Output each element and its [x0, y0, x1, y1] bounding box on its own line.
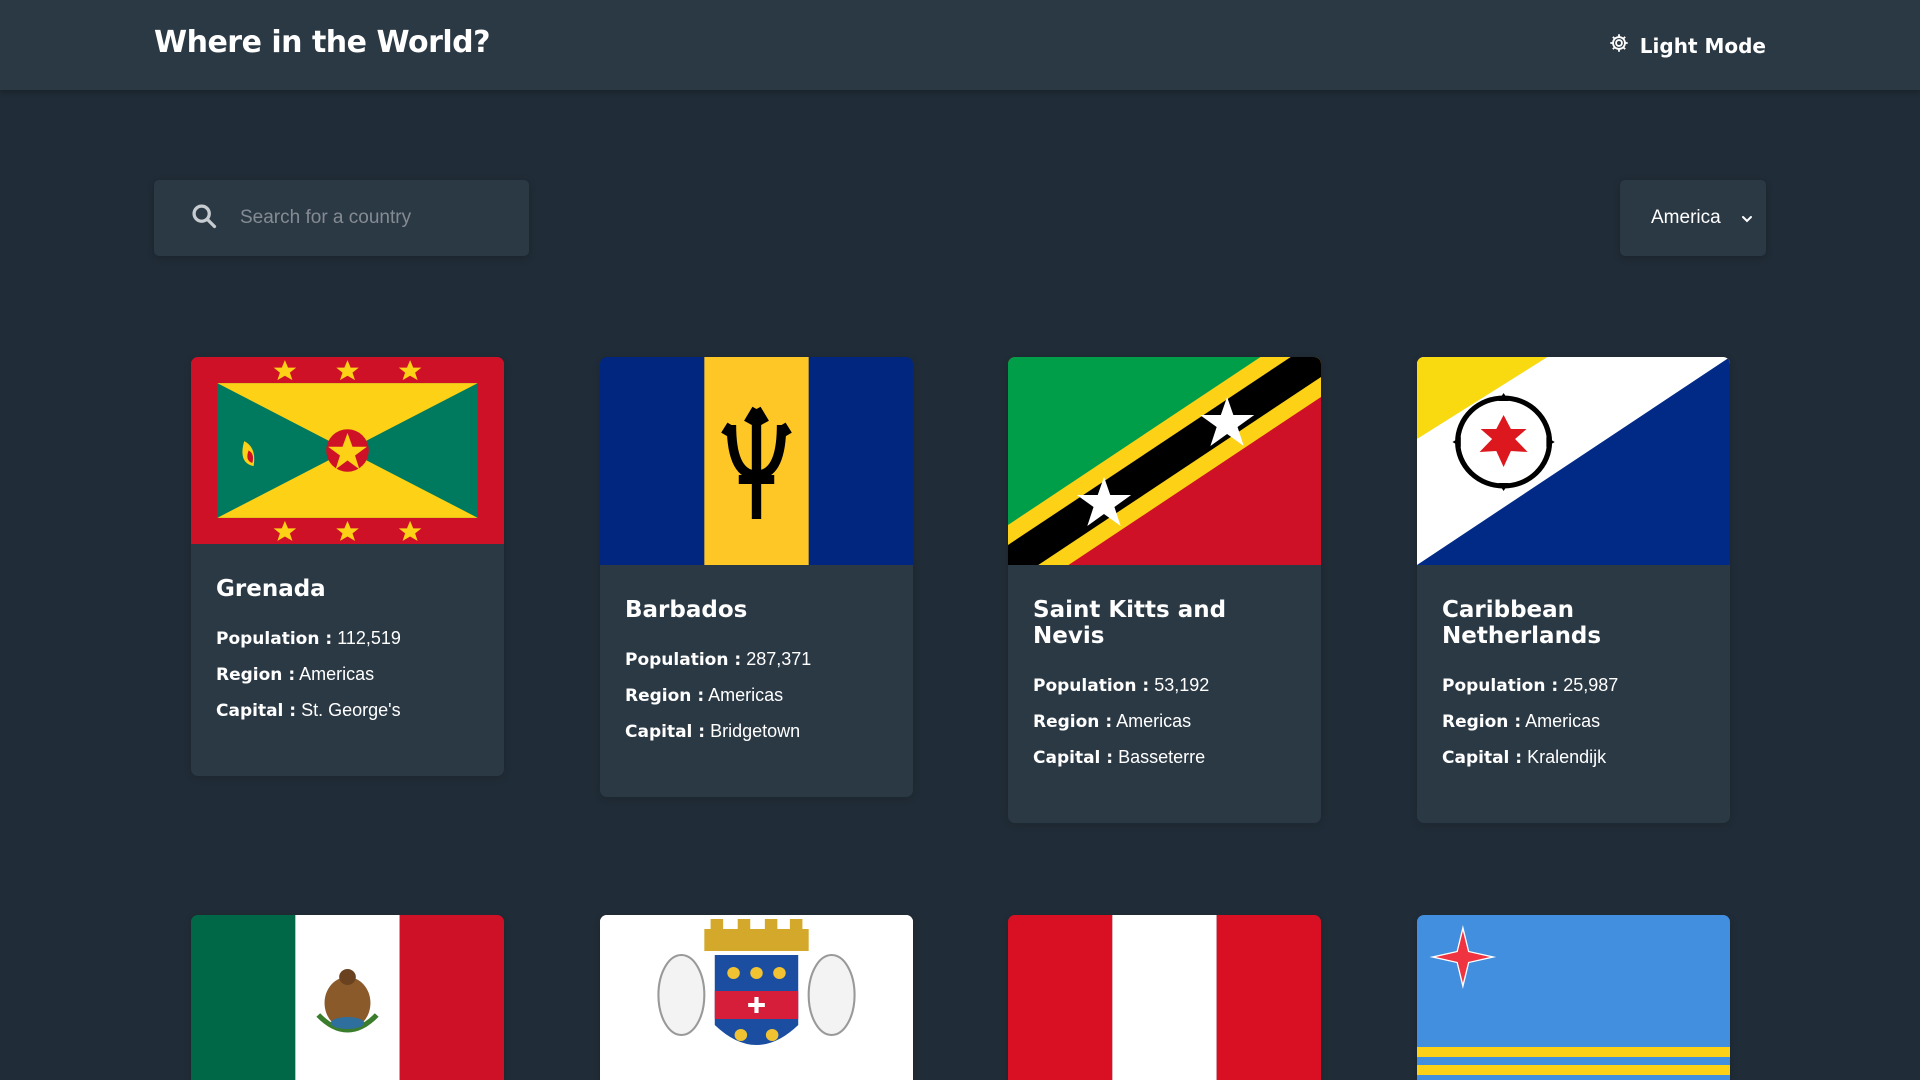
country-name: Barbados [625, 597, 748, 623]
capital-label: Capital : [625, 722, 706, 742]
population-value: 53,192 [1154, 675, 1210, 695]
capital-value: Bridgetown [710, 721, 801, 741]
saint-kitts-flag-icon [1008, 357, 1321, 565]
region-label: Region : [1442, 712, 1522, 732]
region-filter-value: America [1651, 207, 1721, 228]
bonaire-flag-icon [1417, 357, 1730, 565]
population-value: 287,371 [746, 649, 812, 669]
mexico-flag-icon [191, 915, 504, 1080]
capital-label: Capital : [1442, 748, 1523, 768]
country-card[interactable] [1008, 915, 1321, 1080]
country-name: Caribbean Netherlands [1442, 597, 1602, 649]
region-label: Region : [1033, 712, 1113, 732]
search-box [154, 180, 529, 256]
country-card[interactable]: Saint Kitts and Nevis Population : 53,19… [1008, 357, 1321, 823]
population-label: Population : [625, 650, 742, 670]
barbados-flag-icon [600, 357, 913, 565]
country-card[interactable]: Barbados Population : 287,371 Region : A… [600, 357, 913, 797]
app-title: Where in the World? [154, 25, 491, 60]
country-card[interactable]: Caribbean Netherlands Population : 25,98… [1417, 357, 1730, 823]
capital-label: Capital : [1033, 748, 1114, 768]
population-label: Population : [1442, 676, 1559, 696]
app-header: Where in the World? Light Mode [0, 0, 1920, 90]
capital-label: Capital : [216, 701, 297, 721]
region-filter-select[interactable]: America [1620, 180, 1766, 256]
population-label: Population : [1033, 676, 1150, 696]
region-value: Americas [708, 685, 784, 705]
grenada-flag-icon [191, 357, 504, 544]
theme-toggle-label: Light Mode [1639, 33, 1766, 58]
saint-barthelemy-flag-icon [600, 915, 913, 1080]
capital-value: Kralendijk [1527, 747, 1607, 767]
search-icon [154, 202, 218, 234]
capital-value: Basseterre [1118, 747, 1206, 767]
search-input[interactable] [240, 207, 500, 229]
region-value: Americas [1116, 711, 1192, 731]
gear-icon [1608, 32, 1630, 59]
country-name: Grenada [216, 576, 326, 602]
capital-value: St. George's [301, 700, 401, 720]
region-label: Region : [216, 665, 296, 685]
theme-toggle-button[interactable]: Light Mode [1608, 32, 1766, 59]
aruba-flag-icon [1417, 915, 1730, 1080]
region-label: Region : [625, 686, 705, 706]
population-value: 25,987 [1563, 675, 1619, 695]
country-card[interactable] [191, 915, 504, 1080]
population-value: 112,519 [337, 628, 401, 648]
region-value: Americas [299, 664, 375, 684]
region-value: Americas [1525, 711, 1601, 731]
country-card[interactable] [1417, 915, 1730, 1080]
country-card[interactable] [600, 915, 913, 1080]
peru-flag-icon [1008, 915, 1321, 1080]
country-card[interactable]: Grenada Population : 112,519 Region : Am… [191, 357, 504, 776]
country-name: Saint Kitts and Nevis [1033, 597, 1227, 649]
population-label: Population : [216, 629, 333, 649]
